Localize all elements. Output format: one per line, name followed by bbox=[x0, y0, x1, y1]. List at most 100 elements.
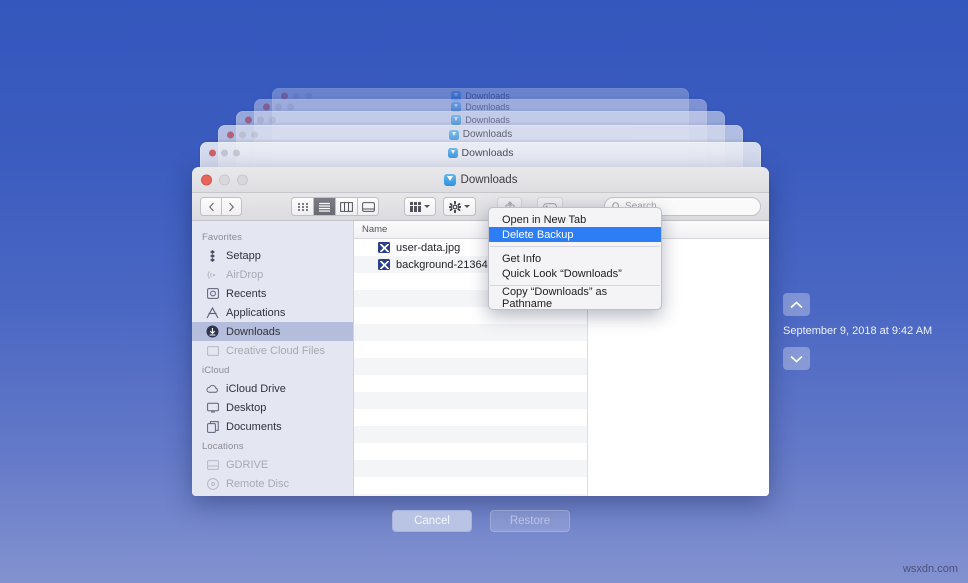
sidebar-item-label: Desktop bbox=[226, 402, 266, 414]
sidebar-item-label: Setapp bbox=[226, 250, 261, 262]
setapp-icon bbox=[206, 250, 219, 262]
applications-icon bbox=[206, 307, 219, 319]
chevron-down-icon bbox=[464, 205, 470, 208]
group-by-button[interactable] bbox=[404, 197, 436, 216]
stacked-window-title: Downloads bbox=[463, 129, 512, 140]
cancel-button[interactable]: Cancel bbox=[392, 510, 472, 532]
desktop-icon bbox=[206, 402, 219, 413]
icon-grid-icon bbox=[297, 202, 309, 212]
gallery-icon bbox=[362, 202, 375, 212]
action-gear-button[interactable] bbox=[443, 197, 476, 216]
menu-item-get-info[interactable]: Get Info bbox=[489, 251, 661, 266]
cloud-icon bbox=[206, 384, 219, 394]
sidebar-item-gdrive[interactable]: GDRIVE bbox=[192, 455, 353, 474]
icon-view-button[interactable] bbox=[291, 197, 313, 216]
sidebar-item-label: Downloads bbox=[226, 326, 280, 338]
drive-icon bbox=[206, 459, 219, 470]
folder-icon bbox=[206, 345, 219, 356]
chevron-left-icon bbox=[208, 202, 215, 212]
stacked-window-title: Downloads bbox=[462, 147, 514, 159]
sidebar-item-label: GDRIVE bbox=[226, 459, 268, 471]
chevron-down-icon bbox=[790, 355, 803, 363]
close-button[interactable] bbox=[201, 174, 212, 185]
menu-item-label: Open in New Tab bbox=[502, 214, 586, 226]
traffic-lights bbox=[209, 149, 240, 156]
sidebar-item-icloud-drive[interactable]: iCloud Drive bbox=[192, 379, 353, 398]
group-grid-icon bbox=[410, 202, 421, 212]
sidebar-item-remote-disc[interactable]: Remote Disc bbox=[192, 474, 353, 493]
column-header-label: Name bbox=[362, 224, 387, 235]
timeline-date-label: September 9, 2018 at 9:42 AM bbox=[783, 325, 953, 337]
sidebar-item-label: Remote Disc bbox=[226, 478, 289, 490]
timeline-previous-button[interactable] bbox=[783, 293, 810, 316]
list-lines-icon bbox=[318, 202, 331, 212]
menu-item-label: Quick Look “Downloads” bbox=[502, 268, 622, 280]
context-menu: Open in New Tab Delete Backup Get Info Q… bbox=[488, 207, 662, 310]
traffic-lights bbox=[263, 104, 294, 111]
menu-item-copy-as-pathname[interactable]: Copy “Downloads” as Pathname bbox=[489, 290, 661, 305]
traffic-lights bbox=[227, 131, 258, 138]
sidebar-item-desktop[interactable]: Desktop bbox=[192, 398, 353, 417]
sidebar-item-label: Applications bbox=[226, 307, 285, 319]
jpg-file-icon bbox=[378, 259, 390, 270]
timeline-next-button[interactable] bbox=[783, 347, 810, 370]
window-body: Favorites Setapp AirDrop bbox=[192, 221, 769, 496]
window-titlebar: Downloads bbox=[192, 167, 769, 193]
chevron-down-icon bbox=[424, 205, 430, 208]
sidebar-item-applications[interactable]: Applications bbox=[192, 303, 353, 322]
sidebar-item-downloads[interactable]: Downloads bbox=[192, 322, 353, 341]
sidebar-item-setapp[interactable]: Setapp bbox=[192, 246, 353, 265]
view-mode-switcher bbox=[291, 197, 379, 216]
menu-item-open-in-new-tab[interactable]: Open in New Tab bbox=[489, 212, 661, 227]
stacked-window-titlebar: Downloads bbox=[201, 143, 760, 162]
maximize-button[interactable] bbox=[237, 174, 248, 185]
column-view-button[interactable] bbox=[335, 197, 357, 216]
disc-icon bbox=[206, 478, 219, 490]
downloads-folder-icon bbox=[449, 130, 459, 140]
sidebar-group-locations: Locations bbox=[192, 436, 353, 455]
finder-window: Downloads bbox=[192, 167, 769, 496]
back-button[interactable] bbox=[200, 197, 221, 216]
nav-buttons bbox=[200, 197, 242, 216]
stacked-window-title: Downloads bbox=[465, 115, 510, 125]
traffic-lights bbox=[245, 116, 276, 123]
clock-recents-icon bbox=[206, 288, 219, 299]
sidebar-item-recents[interactable]: Recents bbox=[192, 284, 353, 303]
gear-icon bbox=[449, 201, 461, 213]
downloads-icon bbox=[206, 325, 219, 338]
sidebar-item-network[interactable]: Network bbox=[192, 493, 353, 496]
sidebar-item-label: AirDrop bbox=[226, 269, 263, 281]
sidebar-group-favorites: Favorites bbox=[192, 227, 353, 246]
forward-button[interactable] bbox=[221, 197, 242, 216]
sidebar-item-label: Recents bbox=[226, 288, 266, 300]
columns-icon bbox=[340, 202, 353, 212]
sidebar-item-label: iCloud Drive bbox=[226, 383, 286, 395]
menu-item-quick-look[interactable]: Quick Look “Downloads” bbox=[489, 266, 661, 281]
downloads-folder-icon bbox=[451, 115, 461, 125]
sidebar: Favorites Setapp AirDrop bbox=[192, 221, 354, 496]
traffic-lights bbox=[201, 174, 248, 185]
page-title: Downloads bbox=[444, 174, 518, 186]
minimize-button[interactable] bbox=[219, 174, 230, 185]
documents-icon bbox=[206, 421, 219, 433]
jpg-file-icon bbox=[378, 242, 390, 253]
gallery-view-button[interactable] bbox=[357, 197, 379, 216]
menu-item-delete-backup[interactable]: Delete Backup bbox=[489, 227, 661, 242]
menu-item-label: Delete Backup bbox=[502, 229, 574, 241]
menu-item-label: Copy “Downloads” as Pathname bbox=[502, 286, 651, 310]
airdrop-icon bbox=[206, 269, 219, 281]
sidebar-item-creative-cloud-files[interactable]: Creative Cloud Files bbox=[192, 341, 353, 360]
watermark: wsxdn.com bbox=[903, 563, 958, 575]
window-title-text: Downloads bbox=[461, 174, 518, 186]
list-view-button[interactable] bbox=[313, 197, 335, 216]
sidebar-item-documents[interactable]: Documents bbox=[192, 417, 353, 436]
sidebar-item-airdrop[interactable]: AirDrop bbox=[192, 265, 353, 284]
downloads-folder-icon bbox=[444, 174, 456, 186]
menu-item-label: Get Info bbox=[502, 253, 541, 265]
sidebar-item-label: Creative Cloud Files bbox=[226, 345, 325, 357]
file-name: user-data.jpg bbox=[396, 242, 460, 254]
restore-button[interactable]: Restore bbox=[490, 510, 570, 532]
downloads-folder-icon bbox=[448, 148, 458, 158]
time-machine-restore-screen: Downloads Downloads Downloads Downloads … bbox=[0, 0, 968, 583]
menu-separator bbox=[490, 246, 660, 247]
